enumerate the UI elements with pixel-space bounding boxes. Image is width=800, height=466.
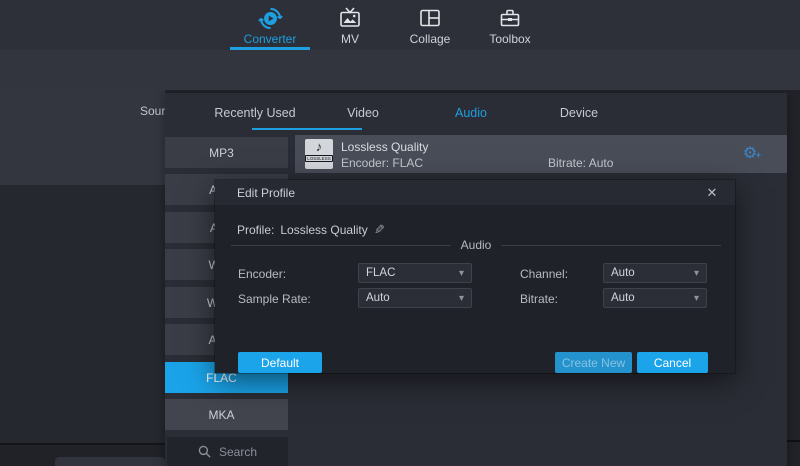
channel-dropdown[interactable]: Auto ▾: [603, 263, 707, 283]
tab-audio[interactable]: Audio: [417, 93, 525, 133]
bitrate-label: Bitrate:: [520, 292, 558, 306]
audio-section-separator: Audio: [231, 238, 721, 252]
bitrate-value: Auto: [611, 292, 694, 304]
converter-icon: [258, 5, 283, 31]
encoder-caret-icon: ▾: [459, 268, 464, 279]
audio-tab-underline: [252, 128, 362, 130]
collage-icon: [418, 5, 442, 31]
partial-next-item: [55, 457, 165, 466]
dialog-header: Edit Profile: [215, 180, 735, 205]
bitrate-caret-icon: ▾: [694, 293, 699, 304]
right-background-strip: [787, 90, 800, 466]
tab-recently-used[interactable]: Recently Used: [201, 93, 309, 133]
nav-label-mv: MV: [341, 32, 359, 46]
search-label: Search: [219, 445, 257, 459]
lossless-badge-icon: ♪ LOSSLESS: [305, 139, 333, 169]
profile-row-bitrate: Bitrate: Auto: [548, 156, 613, 170]
nav-tab-collage[interactable]: Collage: [390, 0, 470, 50]
tab-device[interactable]: Device: [525, 93, 633, 133]
profile-name-line: Profile: Lossless Quality ✎: [237, 222, 385, 238]
close-icon[interactable]: ✕: [703, 184, 721, 202]
converter-app-window: Converter MV Collage: [0, 0, 800, 466]
toolbox-icon: [498, 5, 522, 31]
channel-label: Channel:: [520, 267, 568, 281]
profile-row-encoder: Encoder: FLAC: [341, 156, 423, 170]
file-list-background: [0, 185, 165, 443]
sidebar-item-mp3[interactable]: MP3: [165, 137, 288, 168]
sidebar-item-mka[interactable]: MKA: [165, 399, 288, 430]
sample-rate-dropdown[interactable]: Auto ▾: [358, 288, 472, 308]
nav-label-collage: Collage: [410, 32, 451, 46]
nav-label-toolbox: Toolbox: [489, 32, 530, 46]
format-panel-tabs: Recently Used Video Audio Device: [201, 93, 633, 133]
sample-rate-value: Auto: [366, 292, 459, 304]
right-divider-line: [787, 440, 800, 442]
nav-tab-converter[interactable]: Converter: [230, 0, 310, 50]
profile-label: Profile:: [237, 223, 274, 237]
encoder-value: FLAC: [366, 267, 459, 279]
edit-pencil-icon[interactable]: ✎: [374, 222, 385, 238]
nav-label-converter: Converter: [244, 32, 297, 46]
cancel-button[interactable]: Cancel: [637, 352, 708, 373]
default-button[interactable]: Default: [238, 352, 322, 373]
edit-profile-gear-icon[interactable]: ⚙ +: [739, 143, 761, 165]
section-title: Audio: [461, 238, 492, 252]
encoder-label: Encoder:: [238, 267, 286, 281]
channel-caret-icon: ▾: [694, 268, 699, 279]
top-nav-bar: Converter MV Collage: [0, 0, 800, 50]
channel-value: Auto: [611, 267, 694, 279]
bitrate-dropdown[interactable]: Auto ▾: [603, 288, 707, 308]
nav-tab-mv[interactable]: MV: [310, 0, 390, 50]
dialog-title: Edit Profile: [237, 186, 295, 200]
tab-video[interactable]: Video: [309, 93, 417, 133]
sample-rate-caret-icon: ▾: [459, 293, 464, 304]
mv-icon: [338, 5, 362, 31]
sample-rate-label: Sample Rate:: [238, 292, 311, 306]
profile-row-lossless[interactable]: ♪ LOSSLESS Lossless Quality Encoder: FLA…: [295, 135, 787, 173]
search-icon: [198, 445, 211, 458]
profile-row-title: Lossless Quality: [341, 140, 428, 154]
format-search-box[interactable]: Search: [167, 437, 288, 466]
profile-value: Lossless Quality: [280, 223, 367, 237]
toolbar: [0, 50, 800, 90]
encoder-dropdown[interactable]: FLAC ▾: [358, 263, 472, 283]
create-new-button[interactable]: Create New: [555, 352, 632, 373]
nav-tab-toolbox[interactable]: Toolbox: [470, 0, 550, 50]
edit-profile-dialog: Edit Profile ✕ Profile: Lossless Quality…: [215, 180, 735, 373]
